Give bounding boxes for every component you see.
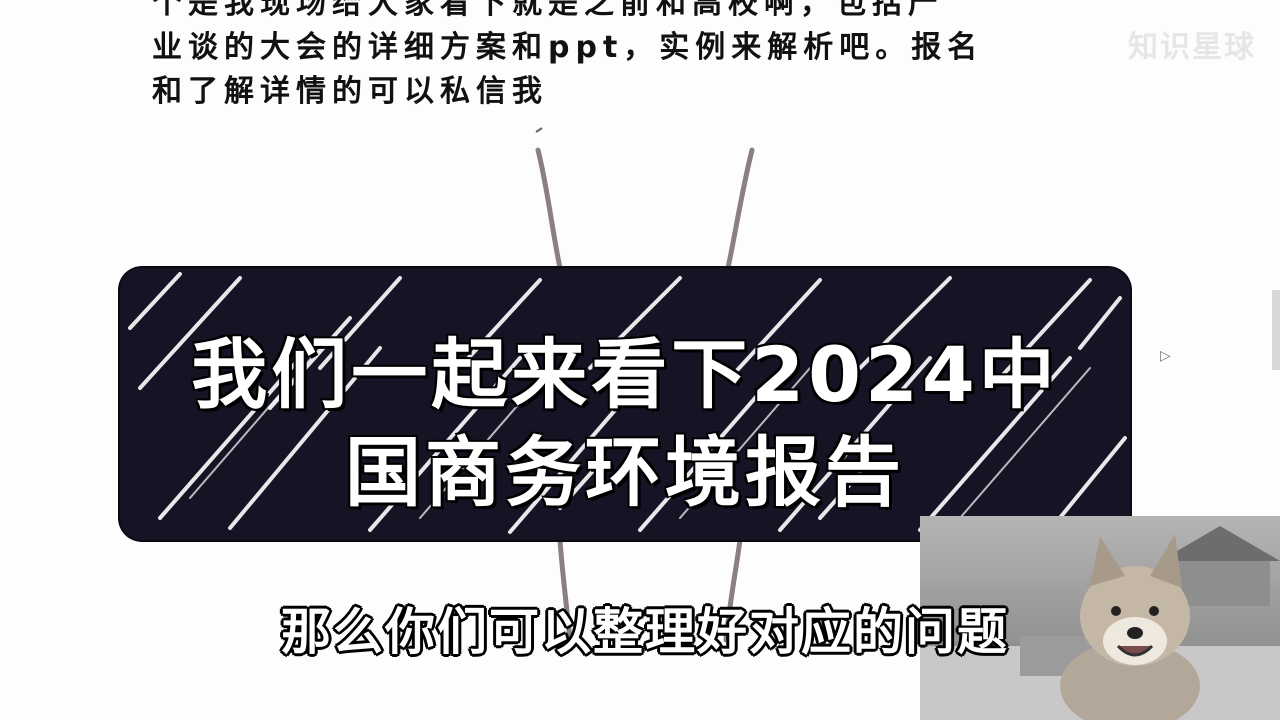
banner-title-line-1: 我们一起来看下2024中: [191, 330, 1059, 419]
banner-title-line-2: 国商务环境报告: [345, 428, 905, 517]
scrollbar-thumb[interactable]: [1272, 290, 1280, 370]
title-banner: 我们一起来看下2024中 国商务环境报告: [120, 268, 1130, 540]
video-frame: 个是我现场给大家看下就是之前和高校啊，包括产 业谈的大会的详细方案和ppt，实例…: [0, 0, 1280, 720]
banner-title: 我们一起来看下2024中 国商务环境报告: [120, 326, 1130, 522]
subtitle-caption: 那么你们可以整理好对应的问题: [281, 603, 1009, 661]
cursor-icon: ▷: [1160, 348, 1171, 364]
